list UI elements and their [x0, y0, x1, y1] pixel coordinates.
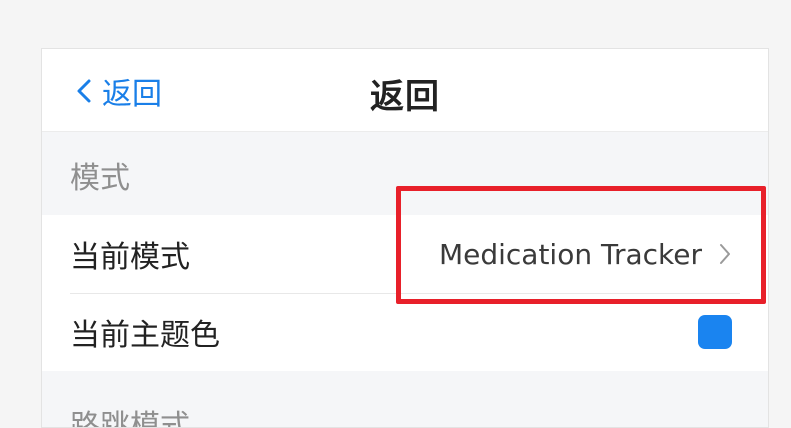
navigation-bar: 返回 返回 [42, 49, 768, 132]
current-mode-label: 当前模式 [70, 240, 190, 275]
row-divider [70, 293, 740, 294]
current-mode-value: Medication Tracker [438, 237, 702, 271]
current-mode-row[interactable]: 当前模式 Medication Tracker [42, 215, 768, 293]
page-title: 返回 [370, 77, 440, 117]
settings-panel: 返回 返回 模式 当前模式 Medication Tracker 当前主题色 路… [41, 48, 769, 428]
theme-color-label: 当前主题色 [70, 318, 220, 353]
theme-color-swatch[interactable] [698, 315, 732, 349]
section-header-route-mode: 路跳模式 [70, 409, 190, 428]
chevron-right-icon [718, 242, 732, 266]
theme-color-row[interactable]: 当前主题色 [42, 293, 768, 371]
section-header-mode: 模式 [70, 161, 130, 196]
mode-settings-list: 当前模式 Medication Tracker 当前主题色 [42, 215, 768, 371]
